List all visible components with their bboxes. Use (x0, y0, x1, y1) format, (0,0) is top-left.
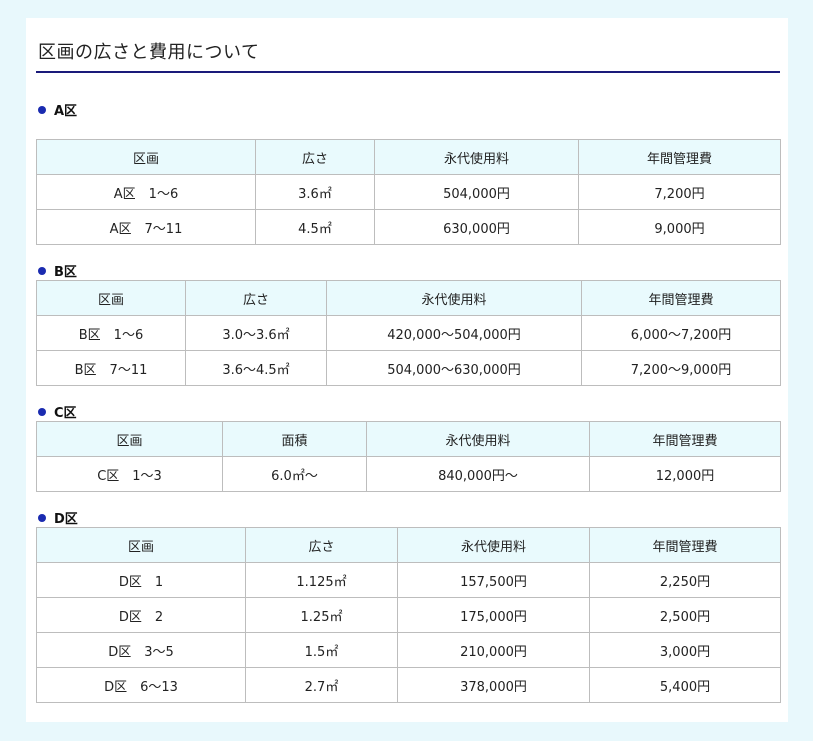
table-cell: 2,250円 (589, 562, 781, 598)
column-header: 永代使用料 (366, 421, 590, 457)
table-cell: 7,200円 (578, 174, 781, 210)
table-cell: 1.5㎡ (245, 632, 398, 668)
column-header: 広さ (185, 280, 327, 316)
table-row: C区 1〜3 6.0㎡〜 840,000円〜 12,000円 (36, 456, 781, 492)
table-cell: 210,000円 (397, 632, 590, 668)
table-header-row: 区画 面積 永代使用料 年間管理費 (36, 421, 781, 457)
table-cell: 3.6〜4.5㎡ (185, 350, 327, 386)
table-cell: 175,000円 (397, 597, 590, 633)
table-cell: 630,000円 (374, 209, 579, 245)
section-heading-label: B区 (54, 265, 77, 280)
table-cell: B区 1〜6 (36, 315, 186, 351)
price-table-b: 区画 広さ 永代使用料 年間管理費 B区 1〜6 3.0〜3.6㎡ 420,00… (36, 280, 781, 386)
column-header: 区画 (36, 527, 246, 563)
column-header: 永代使用料 (374, 139, 579, 175)
table-header-row: 区画 広さ 永代使用料 年間管理費 (36, 280, 781, 316)
column-header: 広さ (255, 139, 375, 175)
table-cell: D区 3〜5 (36, 632, 246, 668)
bullet-icon (38, 266, 46, 275)
table-cell: 12,000円 (589, 456, 781, 492)
table-row: B区 1〜6 3.0〜3.6㎡ 420,000〜504,000円 6,000〜7… (36, 315, 781, 351)
column-header: 年間管理費 (589, 421, 781, 457)
bullet-icon (38, 105, 46, 114)
table-cell: 2,500円 (589, 597, 781, 633)
table-cell: D区 1 (36, 562, 246, 598)
price-table-d: 区画 広さ 永代使用料 年間管理費 D区 1 1.125㎡ 157,500円 2… (36, 527, 781, 703)
content-panel: 区画の広さと費用について A区 区画 広さ 永代使用料 年間管理費 A区 1〜6… (26, 18, 788, 722)
table-cell: A区 1〜6 (36, 174, 256, 210)
column-header: 年間管理費 (581, 280, 781, 316)
column-header: 年間管理費 (578, 139, 781, 175)
table-cell: 7,200〜9,000円 (581, 350, 781, 386)
table-cell: 2.7㎡ (245, 667, 398, 703)
table-row: D区 3〜5 1.5㎡ 210,000円 3,000円 (36, 632, 781, 668)
price-table-c: 区画 面積 永代使用料 年間管理費 C区 1〜3 6.0㎡〜 840,000円〜… (36, 421, 781, 492)
section-heading-b: B区 (38, 261, 77, 280)
column-header: 区画 (36, 280, 186, 316)
table-cell: 3.0〜3.6㎡ (185, 315, 327, 351)
table-cell: 1.125㎡ (245, 562, 398, 598)
table-cell: 1.25㎡ (245, 597, 398, 633)
table-cell: A区 7〜11 (36, 209, 256, 245)
bullet-icon (38, 513, 46, 522)
title-underline (36, 71, 780, 73)
table-cell: 157,500円 (397, 562, 590, 598)
column-header: 広さ (245, 527, 398, 563)
bullet-icon (38, 407, 46, 416)
section-heading-a: A区 (38, 100, 77, 119)
section-heading-c: C区 (38, 402, 77, 421)
table-cell: 420,000〜504,000円 (326, 315, 582, 351)
page-title: 区画の広さと費用について (38, 42, 260, 63)
table-cell: 9,000円 (578, 209, 781, 245)
column-header: 区画 (36, 421, 223, 457)
table-cell: D区 2 (36, 597, 246, 633)
section-heading-label: A区 (54, 104, 78, 119)
table-cell: D区 6〜13 (36, 667, 246, 703)
table-row: D区 1 1.125㎡ 157,500円 2,250円 (36, 562, 781, 598)
section-heading-label: D区 (54, 512, 78, 527)
column-header: 永代使用料 (397, 527, 590, 563)
table-header-row: 区画 広さ 永代使用料 年間管理費 (36, 527, 781, 563)
table-cell: C区 1〜3 (36, 456, 223, 492)
table-cell: 3,000円 (589, 632, 781, 668)
table-header-row: 区画 広さ 永代使用料 年間管理費 (36, 139, 781, 175)
price-table-a: 区画 広さ 永代使用料 年間管理費 A区 1〜6 3.6㎡ 504,000円 7… (36, 139, 781, 245)
section-heading-label: C区 (54, 406, 77, 421)
section-heading-d: D区 (38, 508, 78, 527)
table-row: A区 1〜6 3.6㎡ 504,000円 7,200円 (36, 174, 781, 210)
table-cell: 4.5㎡ (255, 209, 375, 245)
table-row: D区 6〜13 2.7㎡ 378,000円 5,400円 (36, 667, 781, 703)
table-row: B区 7〜11 3.6〜4.5㎡ 504,000〜630,000円 7,200〜… (36, 350, 781, 386)
column-header: 区画 (36, 139, 256, 175)
table-cell: B区 7〜11 (36, 350, 186, 386)
table-row: A区 7〜11 4.5㎡ 630,000円 9,000円 (36, 209, 781, 245)
table-cell: 5,400円 (589, 667, 781, 703)
table-cell: 6,000〜7,200円 (581, 315, 781, 351)
column-header: 永代使用料 (326, 280, 582, 316)
table-cell: 840,000円〜 (366, 456, 590, 492)
table-row: D区 2 1.25㎡ 175,000円 2,500円 (36, 597, 781, 633)
table-cell: 378,000円 (397, 667, 590, 703)
table-cell: 6.0㎡〜 (222, 456, 367, 492)
table-cell: 504,000円 (374, 174, 579, 210)
table-cell: 3.6㎡ (255, 174, 375, 210)
column-header: 面積 (222, 421, 367, 457)
table-cell: 504,000〜630,000円 (326, 350, 582, 386)
column-header: 年間管理費 (589, 527, 781, 563)
